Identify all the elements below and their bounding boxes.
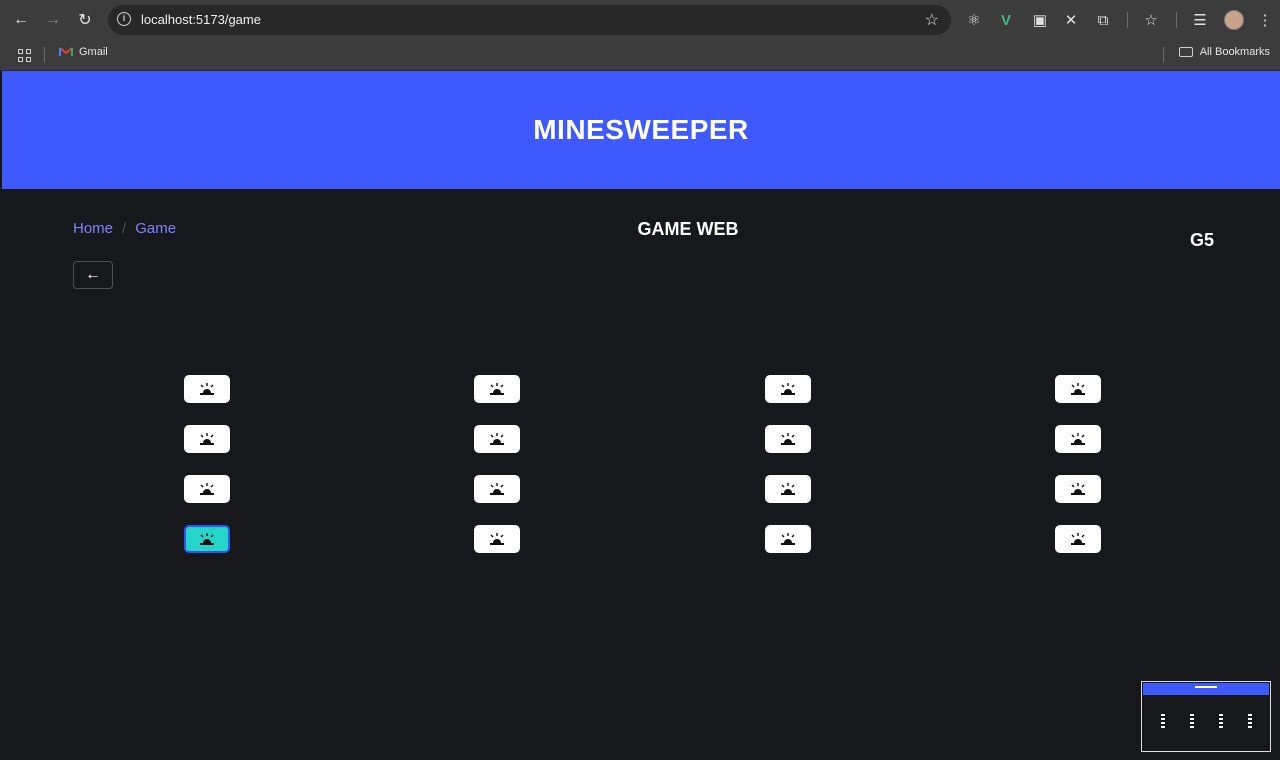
muted-speaker-icon[interactable]: ✕	[1060, 9, 1082, 31]
alarm-icon	[781, 483, 795, 495]
alarm-icon	[490, 383, 504, 395]
forward-arrow-icon[interactable]: →	[42, 9, 64, 31]
alarm-icon	[200, 533, 214, 545]
bookmark-label: Gmail	[79, 46, 108, 58]
page-title: GAME WEB	[637, 219, 739, 239]
thumbnail-column	[1190, 714, 1194, 730]
arrow-left-icon: ←	[85, 266, 101, 283]
all-bookmarks[interactable]: All Bookmarks	[1178, 46, 1270, 58]
react-devtools-icon[interactable]: ⚛	[963, 9, 985, 31]
thumbnail-banner	[1143, 683, 1269, 695]
breadcrumb-home-link[interactable]: Home	[73, 220, 113, 237]
alarm-icon	[781, 433, 795, 445]
level-label: G5	[1190, 230, 1215, 250]
reading-list-icon[interactable]: ☰	[1189, 9, 1211, 31]
toolbar-divider	[1127, 12, 1128, 28]
alarm-icon	[781, 533, 795, 545]
apps-grid-icon[interactable]	[18, 49, 31, 62]
folder-icon	[1178, 47, 1193, 57]
alarm-icon	[1071, 533, 1085, 545]
alarm-icon	[1071, 433, 1085, 445]
alarm-icon	[781, 383, 795, 395]
board-cell[interactable]	[474, 425, 520, 453]
back-arrow-icon[interactable]: ←	[10, 9, 32, 31]
bookmark-star-icon[interactable]: ☆	[925, 10, 939, 30]
header-banner: MINESWEEPER	[2, 71, 1280, 189]
breadcrumb-separator: /	[122, 220, 127, 237]
thumbnail-column	[1248, 714, 1252, 730]
page-content: MINESWEEPER Home / Game GAME WEB G5 ←	[2, 71, 1280, 760]
alarm-icon	[200, 383, 214, 395]
thumbnail-column	[1161, 714, 1165, 730]
board-cell[interactable]	[474, 525, 520, 553]
board-cell[interactable]	[184, 375, 230, 403]
board-cell[interactable]	[1055, 525, 1101, 553]
address-bar[interactable]: i localhost:5173/game ☆	[108, 5, 951, 35]
thumbnail-column	[1219, 714, 1223, 730]
toolbar-divider	[1176, 12, 1177, 28]
alarm-icon	[490, 533, 504, 545]
bookmarks-bar: Gmail All Bookmarks	[0, 40, 1280, 71]
extension-badge-icon[interactable]: ▣	[1029, 9, 1051, 31]
app-title: MINESWEEPER	[533, 114, 749, 145]
board-cell[interactable]	[765, 375, 811, 403]
board-cell[interactable]	[765, 475, 811, 503]
back-button[interactable]: ←	[73, 261, 113, 289]
board-cell[interactable]	[1055, 475, 1101, 503]
breadcrumb-game-link[interactable]: Game	[135, 220, 176, 237]
bookmarks-star-icon[interactable]: ☆	[1140, 9, 1162, 31]
vue-devtools-icon[interactable]: V	[995, 9, 1017, 31]
site-info-icon[interactable]: i	[117, 12, 131, 26]
page-title-wrap: GAME WEB	[2, 219, 1280, 240]
board-cell[interactable]	[1055, 375, 1101, 403]
board-cell-selected[interactable]	[184, 525, 230, 553]
gmail-icon	[59, 47, 73, 56]
bookmarks-divider	[1163, 47, 1164, 63]
board-cell[interactable]	[474, 475, 520, 503]
board-cell[interactable]	[765, 525, 811, 553]
reload-icon[interactable]: ↻	[74, 9, 96, 31]
board-cell[interactable]	[765, 425, 811, 453]
url-text[interactable]: localhost:5173/game	[141, 12, 261, 27]
alarm-icon	[1071, 483, 1085, 495]
board-cell[interactable]	[184, 475, 230, 503]
extensions-puzzle-icon[interactable]: ⧉	[1092, 9, 1114, 31]
board-cell[interactable]	[1055, 425, 1101, 453]
bookmark-gmail[interactable]: Gmail	[59, 46, 108, 58]
breadcrumb: Home / Game	[73, 220, 176, 237]
alarm-icon	[200, 483, 214, 495]
bookmarks-divider	[44, 47, 45, 63]
alarm-icon	[200, 433, 214, 445]
page-thumbnail-preview[interactable]	[1141, 681, 1271, 752]
menu-kebab-icon[interactable]: ⋮	[1254, 9, 1276, 31]
board-cell[interactable]	[474, 375, 520, 403]
alarm-icon	[490, 483, 504, 495]
alarm-icon	[1071, 383, 1085, 395]
browser-toolbar: ← → ↻ i localhost:5173/game ☆ ⚛ V ▣ ✕ ⧉ …	[0, 0, 1280, 40]
alarm-icon	[490, 433, 504, 445]
profile-avatar[interactable]	[1224, 10, 1244, 30]
all-bookmarks-label: All Bookmarks	[1199, 46, 1270, 58]
thumbnail-title	[1142, 686, 1270, 688]
board-cell[interactable]	[184, 425, 230, 453]
